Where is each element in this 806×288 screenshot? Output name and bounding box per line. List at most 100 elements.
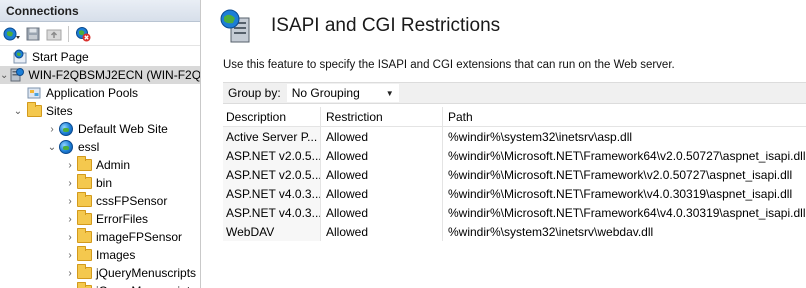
table-row[interactable]: WebDAV Allowed %windir%\system32\inetsrv… <box>223 222 806 241</box>
cell-restriction: Allowed <box>326 148 369 163</box>
tree-node-jquerymenuscripts[interactable]: › jQueryMenuscripts <box>64 264 196 282</box>
app-pools-icon <box>26 85 42 101</box>
group-by-label: Group by: <box>228 86 281 100</box>
cell-path: %windir%\system32\inetsrv\asp.dll <box>448 129 633 144</box>
chevron-right-icon[interactable]: › <box>64 249 76 261</box>
chevron-right-icon[interactable]: › <box>64 213 76 225</box>
column-header-label: Description <box>226 109 287 124</box>
chevron-right-icon[interactable]: › <box>64 267 76 279</box>
toolbar-separator <box>68 25 69 42</box>
cell-path: %windir%\Microsoft.NET\Framework64\v2.0.… <box>448 148 806 163</box>
tree-node-partial[interactable]: › jQueryMenuscripts <box>64 282 196 288</box>
tree-node-images[interactable]: › Images <box>64 246 135 264</box>
tree-node-cssfpsensor[interactable]: › cssFPSensor <box>64 192 167 210</box>
connections-pane: Connections Start Page ⌄ WIN-F2QBSMJ2ECN… <box>0 0 201 288</box>
tree-node-label: WIN-F2QBSMJ2ECN (WIN-F2Q <box>28 68 201 82</box>
tree-node-sites[interactable]: ⌄ Sites <box>14 102 73 120</box>
chevron-down-icon[interactable]: ⌄ <box>0 69 8 81</box>
connect-globe-icon[interactable] <box>3 25 21 43</box>
group-by-select[interactable]: No Grouping ▼ <box>286 84 399 102</box>
cell-description: ASP.NET v2.0.5... <box>226 148 320 163</box>
connections-toolbar <box>0 22 200 46</box>
tree-node-bin[interactable]: › bin <box>64 174 112 192</box>
cell-path: %windir%\Microsoft.NET\Framework64\v4.0.… <box>448 205 806 220</box>
folder-icon <box>76 156 92 173</box>
folder-icon <box>26 102 42 119</box>
table-row[interactable]: ASP.NET v4.0.3... Allowed %windir%\Micro… <box>223 184 806 203</box>
tree-node-errorfiles[interactable]: › ErrorFiles <box>64 210 148 228</box>
dropdown-caret-icon: ▼ <box>385 88 394 98</box>
folder-icon <box>76 192 92 209</box>
disconnect-icon[interactable] <box>74 25 92 43</box>
chevron-right-icon[interactable]: › <box>64 231 76 243</box>
feature-header: ISAPI and CGI Restrictions <box>219 8 500 44</box>
tree-node-label: Admin <box>96 158 131 172</box>
tree-node-label: Application Pools <box>46 86 139 100</box>
table-row[interactable]: ASP.NET v2.0.5... Allowed %windir%\Micro… <box>223 165 806 184</box>
cell-restriction: Allowed <box>326 167 369 182</box>
chevron-right-icon[interactable]: › <box>64 177 76 189</box>
cell-description: ASP.NET v4.0.3... <box>226 186 320 201</box>
cell-restriction: Allowed <box>326 224 369 239</box>
no-expander <box>0 51 12 63</box>
tree-node-label: Sites <box>46 104 73 118</box>
cell-restriction: Allowed <box>326 186 369 201</box>
column-header-label: Restriction <box>326 109 383 124</box>
tree-node-server[interactable]: ⌄ WIN-F2QBSMJ2ECN (WIN-F2Q <box>0 66 201 84</box>
start-page-icon <box>12 49 28 65</box>
tree-node-label: ErrorFiles <box>96 212 149 226</box>
tree-node-label: Images <box>96 248 136 262</box>
cell-path: %windir%\Microsoft.NET\Framework\v2.0.50… <box>448 167 793 182</box>
chevron-down-icon[interactable]: ⌄ <box>46 141 58 153</box>
cell-path: %windir%\Microsoft.NET\Framework\v4.0.30… <box>448 186 793 201</box>
chevron-right-icon[interactable]: › <box>64 159 76 171</box>
save-icon[interactable] <box>24 25 42 43</box>
folder-icon <box>76 282 92 288</box>
table-row[interactable]: ASP.NET v4.0.3... Allowed %windir%\Micro… <box>223 203 806 222</box>
cell-description: Active Server P... <box>226 129 318 144</box>
globe-icon <box>58 121 74 137</box>
tree-node-label: Start Page <box>32 50 89 64</box>
tree-node-label: essl <box>78 140 100 154</box>
table-row[interactable]: Active Server P... Allowed %windir%\syst… <box>223 127 806 146</box>
connections-title: Connections <box>0 0 200 22</box>
tree-node-application-pools[interactable]: Application Pools <box>26 84 138 102</box>
chevron-right-icon[interactable]: › <box>64 195 76 207</box>
folder-icon <box>76 246 92 263</box>
group-by-value: No Grouping <box>291 86 360 100</box>
restrictions-table: Description Restriction Path Active Serv… <box>223 107 806 241</box>
tree-node-label: bin <box>96 176 113 190</box>
tree-node-admin[interactable]: › Admin <box>64 156 130 174</box>
feature-description: Use this feature to specify the ISAPI an… <box>223 59 675 71</box>
tree-node-imagefpsensor[interactable]: › imageFPSensor <box>64 228 182 246</box>
table-row[interactable]: ASP.NET v2.0.5... Allowed %windir%\Micro… <box>223 146 806 165</box>
cell-restriction: Allowed <box>326 205 369 220</box>
tree-node-label: imageFPSensor <box>96 230 183 244</box>
tree-node-label: jQueryMenuscripts <box>96 266 197 280</box>
tree-node-label: cssFPSensor <box>96 194 168 208</box>
cell-description: ASP.NET v4.0.3... <box>226 205 320 220</box>
tree-node-label: Default Web Site <box>78 122 168 136</box>
column-header-description[interactable]: Description <box>223 107 320 126</box>
column-header-path[interactable]: Path <box>442 107 806 126</box>
server-icon <box>8 67 25 83</box>
feature-pane: ISAPI and CGI Restrictions Use this feat… <box>211 0 806 288</box>
tree-node-label: jQueryMenuscripts <box>96 284 196 288</box>
tree-node-essl[interactable]: ⌄ essl <box>46 138 99 156</box>
tree-node-default-web-site[interactable]: › Default Web Site <box>46 120 168 138</box>
page-title: ISAPI and CGI Restrictions <box>271 15 501 36</box>
chevron-down-icon[interactable]: ⌄ <box>12 105 24 117</box>
cell-description: ASP.NET v2.0.5... <box>226 167 320 182</box>
folder-up-icon[interactable] <box>45 25 63 43</box>
folder-icon <box>76 264 92 281</box>
cell-description: WebDAV <box>226 224 275 239</box>
folder-icon <box>76 210 92 227</box>
column-header-restriction[interactable]: Restriction <box>320 107 442 126</box>
tree-node-start-page[interactable]: Start Page <box>0 48 89 66</box>
folder-icon <box>76 174 92 191</box>
isapi-cgi-icon <box>219 8 255 44</box>
folder-icon <box>76 228 92 245</box>
cell-restriction: Allowed <box>326 129 369 144</box>
cell-path: %windir%\system32\inetsrv\webdav.dll <box>448 224 654 239</box>
chevron-right-icon[interactable]: › <box>46 123 58 135</box>
